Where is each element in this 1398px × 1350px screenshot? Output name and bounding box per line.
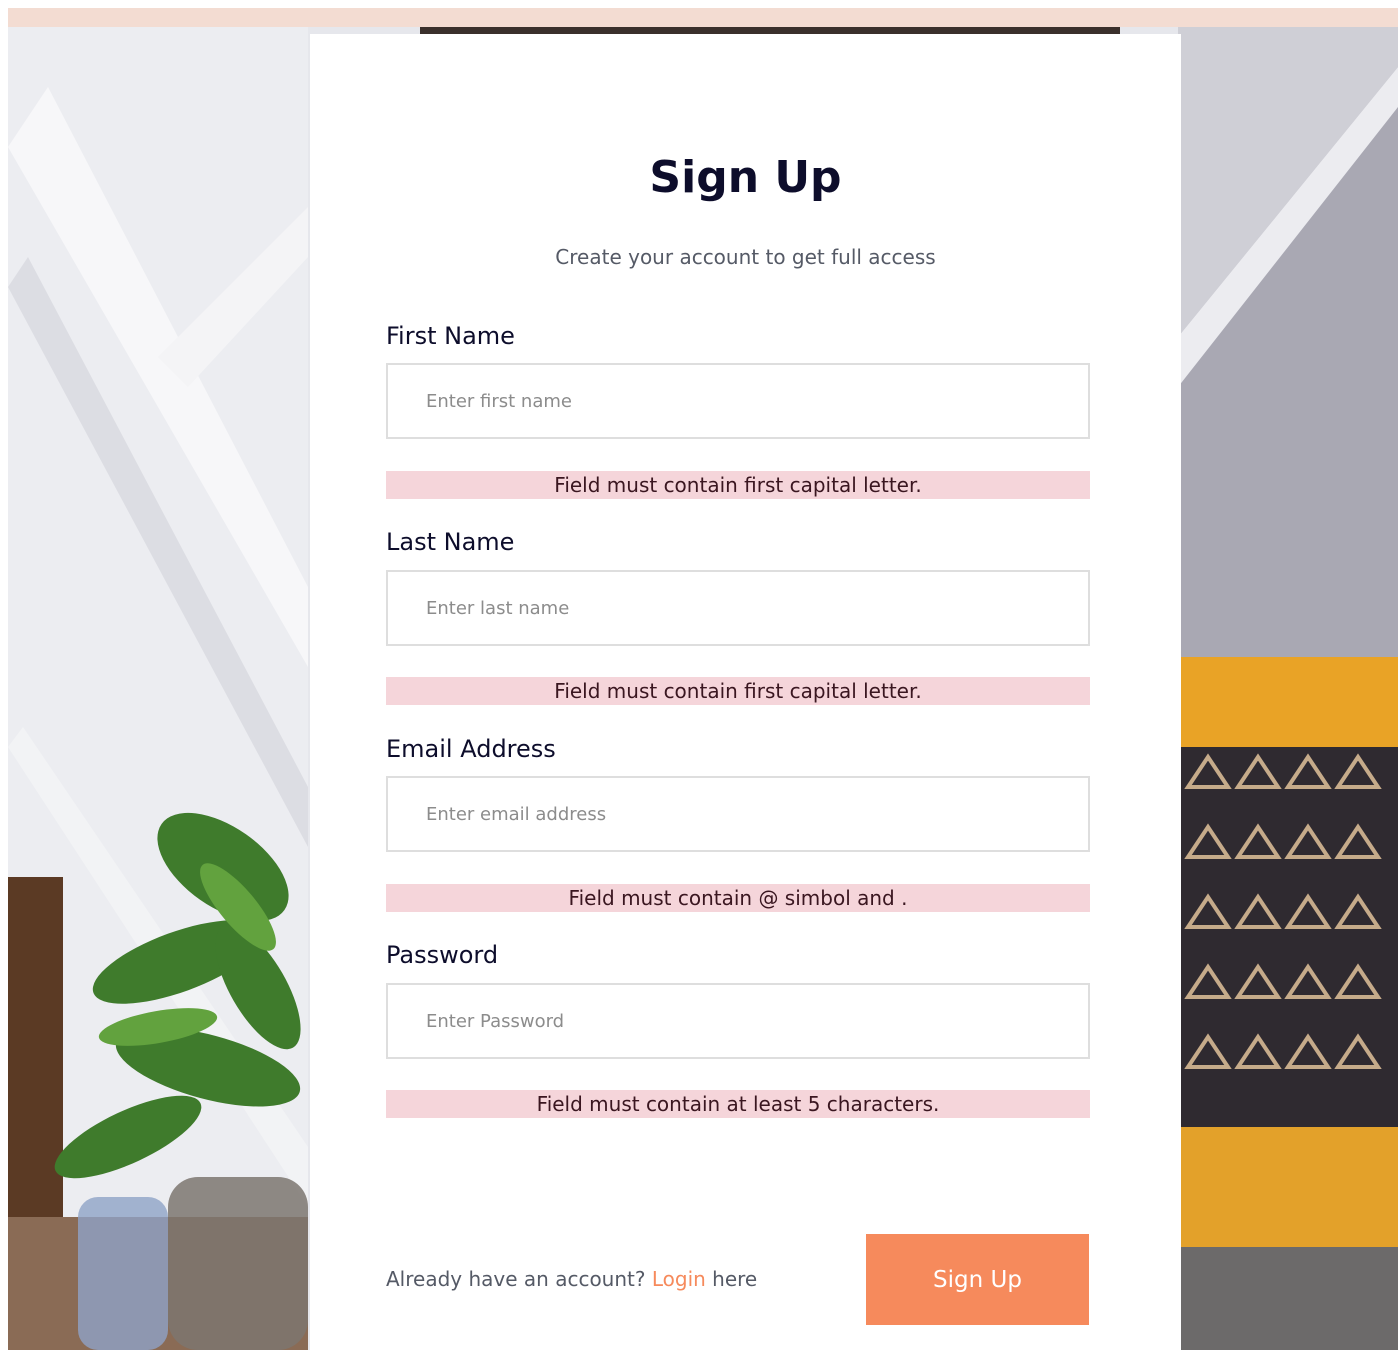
password-input[interactable] xyxy=(386,983,1090,1059)
sign-up-button[interactable]: Sign Up xyxy=(866,1234,1089,1325)
login-link[interactable]: Login xyxy=(652,1267,706,1291)
login-prompt: Already have an account? Login here xyxy=(386,1267,757,1291)
signup-card: Sign Up Create your account to get full … xyxy=(310,34,1181,1350)
top-strip xyxy=(8,8,1398,27)
first-name-label: First Name xyxy=(386,322,515,350)
last-name-error: Field must contain first capital letter. xyxy=(386,677,1090,705)
login-prompt-prefix: Already have an account? xyxy=(386,1267,646,1291)
email-input[interactable] xyxy=(386,776,1090,852)
signup-page: Sign Up Create your account to get full … xyxy=(0,0,1398,1350)
last-name-label: Last Name xyxy=(386,528,515,556)
first-name-error: Field must contain first capital letter. xyxy=(386,471,1090,499)
email-error: Field must contain @ simbol and . xyxy=(386,884,1090,912)
password-label: Password xyxy=(386,941,499,969)
first-name-input[interactable] xyxy=(386,363,1090,439)
page-subtitle: Create your account to get full access xyxy=(555,245,936,269)
email-label: Email Address xyxy=(386,735,556,763)
page-title: Sign Up xyxy=(649,152,842,203)
password-error: Field must contain at least 5 characters… xyxy=(386,1090,1090,1118)
login-prompt-suffix: here xyxy=(712,1267,758,1291)
last-name-input[interactable] xyxy=(386,570,1090,646)
